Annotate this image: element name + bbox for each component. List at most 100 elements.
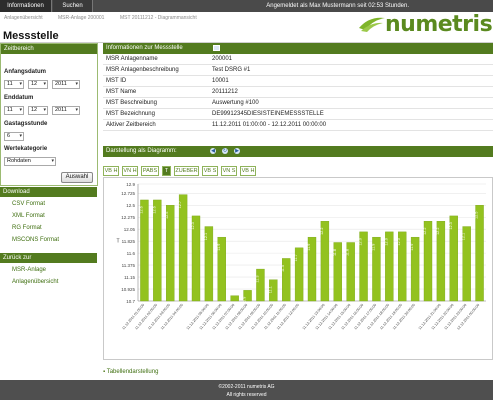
info-row: MST Name 20111212 xyxy=(103,87,493,98)
chart-tab[interactable]: VB H xyxy=(103,166,119,176)
table-icon: ▪ xyxy=(103,369,106,375)
footer: ©2002-2011 numetris AG All rights reserv… xyxy=(0,380,493,400)
end-month-select[interactable]: 12 ▾ xyxy=(28,106,48,115)
chart-tab[interactable]: VN H xyxy=(122,166,138,176)
y-tick-label: 11.375 xyxy=(122,263,136,268)
info-value: 11.12.2011 01:00:00 - 12.12.2011 00:00:0… xyxy=(212,122,327,128)
chevron-down-icon: ▾ xyxy=(19,107,22,113)
footer-rights: All rights reserved xyxy=(226,392,267,398)
info-row: MST ID 10001 xyxy=(103,76,493,87)
download-mscons-link[interactable]: MSCONS Format xyxy=(12,237,59,243)
chart-tab[interactable]: PABS xyxy=(141,166,159,176)
anfangsdatum-label: Anfangsdatum xyxy=(4,69,46,75)
wertekategorie-select[interactable]: Rohdaten ▾ xyxy=(4,157,56,166)
bar-value-label: 12.2 xyxy=(423,228,427,235)
bar-value-label: 11.8 xyxy=(346,249,350,256)
next-arrow-icon[interactable]: ▶ xyxy=(234,148,240,154)
y-tick-label: 12.9 xyxy=(126,182,135,187)
y-tick-label: 12.725 xyxy=(121,191,135,196)
auswahl-button[interactable]: Auswahl xyxy=(61,172,93,183)
tab-informationen[interactable]: Informationen xyxy=(0,0,52,12)
x-tick-label: 11.12.2011 05:00:00 xyxy=(186,303,210,330)
bar-value-label: 12.6 xyxy=(139,206,143,213)
back-anlagenuebersicht-link[interactable]: Anlagenübersicht xyxy=(12,279,58,285)
logo-swoosh-icon xyxy=(359,17,385,32)
info-key: Aktiver Zeitbereich xyxy=(106,122,156,128)
chart-tab[interactable]: VB S xyxy=(202,166,218,176)
bar-value-label: 12.1 xyxy=(204,233,208,240)
info-value: 10001 xyxy=(212,78,229,84)
x-tick-label: 11.12.2011 13:00:00 xyxy=(302,303,326,330)
bar xyxy=(153,199,162,302)
user-status: Angemeldet als Max Mustermann seit 02:53… xyxy=(266,3,409,9)
end-day-select[interactable]: 11 ▾ xyxy=(4,106,24,115)
download-csv-link[interactable]: CSV Format xyxy=(12,201,45,207)
bar-value-label: 12.7 xyxy=(178,201,182,208)
x-tick-label: 11.12.2011 01:00:00 xyxy=(121,303,145,330)
bar xyxy=(178,194,188,302)
chevron-down-icon: ▾ xyxy=(43,81,46,87)
bar-value-label: 12.0 xyxy=(384,238,388,245)
chevron-down-icon: ▾ xyxy=(43,107,46,113)
chevron-down-icon: ▾ xyxy=(19,133,22,139)
bar-value-label: 12.0 xyxy=(397,238,401,245)
bar-value-label: 12.0 xyxy=(359,238,363,245)
download-xml-link[interactable]: XML Format xyxy=(12,213,45,219)
bar-value-label: 12.2 xyxy=(320,228,324,235)
info-row: MST Beschreibung Auswertung #100 xyxy=(103,98,493,109)
info-row: Aktiver Zeitbereich 11.12.2011 01:00:00 -… xyxy=(103,120,493,131)
chart-tab[interactable]: ZUEBER xyxy=(174,166,199,176)
enddatum-label: Enddatum xyxy=(4,95,34,101)
start-year-select[interactable]: 2011 ▾ xyxy=(52,80,80,89)
info-key: MST Beschreibung xyxy=(106,100,157,106)
download-rg-link[interactable]: RG Format xyxy=(12,225,42,231)
chevron-down-icon: ▾ xyxy=(51,158,54,164)
bar-value-label: 11.3 xyxy=(255,276,259,283)
chart-area: 10.7 10.925 11.15 11.375 11.6 11.825 12.05 12.2… xyxy=(103,177,493,360)
bar-value-label: 11.5 xyxy=(281,265,285,272)
info-header-title: Informationen zur Messstelle xyxy=(106,45,183,51)
bar xyxy=(230,295,239,302)
chart-tab[interactable]: VN S xyxy=(221,166,237,176)
bar xyxy=(282,258,291,302)
gastagsstunde-select[interactable]: 6 ▾ xyxy=(4,132,24,141)
info-card-icon[interactable] xyxy=(213,45,220,51)
breadcrumb-anlagenuebersicht[interactable]: Anlagenübersicht xyxy=(4,15,43,21)
chart-tab[interactable]: T xyxy=(162,166,171,176)
bar-value-label: 12.6 xyxy=(152,206,156,213)
breadcrumb-msr-anlage[interactable]: MSR-Anlage 200001 xyxy=(58,15,104,21)
zurueck-header: Zurück zur xyxy=(0,253,97,263)
info-key: MST Bezeichnung xyxy=(106,111,155,117)
start-day-select[interactable]: 11 ▾ xyxy=(4,80,24,89)
y-tick-label: 11.15 xyxy=(124,275,135,280)
info-value: Auswertung #100 xyxy=(212,100,259,106)
chevron-down-icon: ▾ xyxy=(19,81,22,87)
end-year-select[interactable]: 2011 ▾ xyxy=(52,106,80,115)
refresh-icon[interactable]: ↻ xyxy=(222,148,228,154)
zeitbereich-header: Zeitbereich xyxy=(1,44,97,54)
prev-arrow-icon[interactable]: ◀ xyxy=(210,148,216,154)
download-header: Download xyxy=(0,187,97,197)
bar-value-label: 11.9 xyxy=(410,244,414,251)
bar-value-label: 12.2 xyxy=(436,228,440,235)
bar-value-label: 12.1 xyxy=(462,233,466,240)
breadcrumb-current: MST 20111212 - Diagrammansicht xyxy=(120,15,197,21)
chart-tab[interactable]: VB H xyxy=(240,166,256,176)
info-key: MSR Anlagenname xyxy=(106,56,158,62)
info-key: MST Name xyxy=(106,89,137,95)
start-month-select[interactable]: 12 ▾ xyxy=(28,80,48,89)
tab-suchen[interactable]: Suchen xyxy=(53,0,93,12)
info-value: Test DSRG #1 xyxy=(212,67,251,73)
y-tick-label: 12.05 xyxy=(124,227,136,232)
bar-value-label: 12.3 xyxy=(191,222,195,229)
diagram-header-title: Darstellung als Diagramm: xyxy=(106,148,177,154)
chevron-down-icon: ▾ xyxy=(75,107,78,113)
back-msr-anlage-link[interactable]: MSR-Anlage xyxy=(12,267,46,273)
bar-value-label: 12.5 xyxy=(475,212,479,219)
info-value: 200001 xyxy=(212,56,233,62)
y-tick-label: 10.925 xyxy=(121,287,135,292)
diagram-header: Darstellung als Diagramm: ◀ ↻ ▶ xyxy=(103,146,493,157)
info-row: MSR Anlagenbeschreibung Test DSRG #1 xyxy=(103,65,493,76)
tabellendarstellung-label: Tabellendarstellung xyxy=(106,369,159,375)
tabellendarstellung-link[interactable]: ▪ Tabellendarstellung xyxy=(103,369,158,375)
